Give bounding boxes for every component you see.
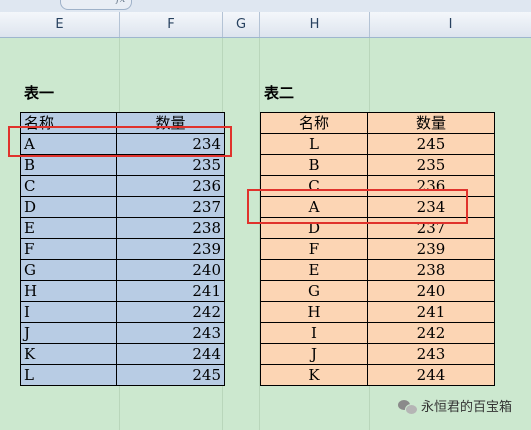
cell-name[interactable]: D [20,196,117,218]
table-row: J 243 [260,343,495,365]
cell-qty[interactable]: 244 [367,364,495,386]
cell-name[interactable]: E [20,217,117,239]
table-row: E 238 [260,259,495,281]
column-header-row: E F G H I [0,12,531,38]
wechat-icon [398,398,418,415]
table-row: I 242 [260,322,495,344]
cell-name[interactable]: B [260,154,368,176]
cell-qty[interactable]: 235 [116,154,225,176]
table1-title: 表一 [24,84,55,102]
highlight-box-table2 [247,189,468,224]
table-row: B 235 [260,154,495,176]
cell-name[interactable]: K [260,364,368,386]
cell-name[interactable]: E [260,259,368,281]
cell-name[interactable]: L [20,364,117,386]
column-header-g[interactable]: G [223,12,260,37]
column-header-e[interactable]: E [0,12,120,37]
cell-qty[interactable]: 238 [367,259,495,281]
table-row: L 245 [20,364,225,386]
cell-qty[interactable]: 236 [116,175,225,197]
cell-qty[interactable]: 235 [367,154,495,176]
cell-name[interactable]: G [20,259,117,281]
cell-name[interactable]: J [260,343,368,365]
cell-name[interactable]: F [260,238,368,260]
table-header-row: 名称 数量 [260,112,495,134]
formula-bar-strip: fx [0,0,531,12]
header-cell-name[interactable]: 名称 [260,112,368,134]
table-row: F 239 [20,238,225,260]
table-row: K 244 [260,364,495,386]
watermark-text: 永恒君的百宝箱 [421,400,513,415]
table-row: L 245 [260,133,495,155]
cell-qty[interactable]: 238 [116,217,225,239]
table-row: D 237 [20,196,225,218]
cell-name[interactable]: L [260,133,368,155]
cell-name[interactable]: B [20,154,117,176]
table2: 名称 数量 L 245 B 235 C 236 A 234 D 237 F 239 E 238 G 240 H 241… [260,112,495,386]
watermark: 永恒君的百宝箱 [398,396,512,415]
cell-qty[interactable]: 240 [367,280,495,302]
table-row: C 236 [20,175,225,197]
table-row: K 244 [20,343,225,365]
cell-name[interactable]: H [260,301,368,323]
cell-qty[interactable]: 239 [116,238,225,260]
table-row: B 235 [20,154,225,176]
cell-qty[interactable]: 243 [116,322,225,344]
column-header-h[interactable]: H [260,12,370,37]
table-row: G 240 [260,280,495,302]
cell-qty[interactable]: 242 [367,322,495,344]
cell-qty[interactable]: 240 [116,259,225,281]
cell-qty[interactable]: 239 [367,238,495,260]
table2-title: 表二 [264,84,295,102]
cell-name[interactable]: H [20,280,117,302]
cell-qty[interactable]: 237 [116,196,225,218]
cell-name[interactable]: G [260,280,368,302]
highlight-box-table1 [8,126,232,157]
table-row: F 239 [260,238,495,260]
cell-name[interactable]: F [20,238,117,260]
cell-name[interactable]: C [20,175,117,197]
cell-name[interactable]: K [20,343,117,365]
cell-qty[interactable]: 244 [116,343,225,365]
table-row: J 243 [20,322,225,344]
table-row: H 241 [20,280,225,302]
cell-qty[interactable]: 241 [367,301,495,323]
cell-qty[interactable]: 245 [116,364,225,386]
table-row: E 238 [20,217,225,239]
table-row: H 241 [260,301,495,323]
column-header-i[interactable]: I [370,12,531,37]
header-cell-qty[interactable]: 数量 [367,112,495,134]
cell-qty[interactable]: 241 [116,280,225,302]
table-row: G 240 [20,259,225,281]
cell-name[interactable]: J [20,322,117,344]
cell-qty[interactable]: 242 [116,301,225,323]
cell-qty[interactable]: 245 [367,133,495,155]
table-row: I 242 [20,301,225,323]
cell-name[interactable]: I [20,301,117,323]
cell-qty[interactable]: 243 [367,343,495,365]
column-header-f[interactable]: F [120,12,223,37]
cell-name[interactable]: I [260,322,368,344]
fx-icon[interactable]: fx [116,0,125,5]
